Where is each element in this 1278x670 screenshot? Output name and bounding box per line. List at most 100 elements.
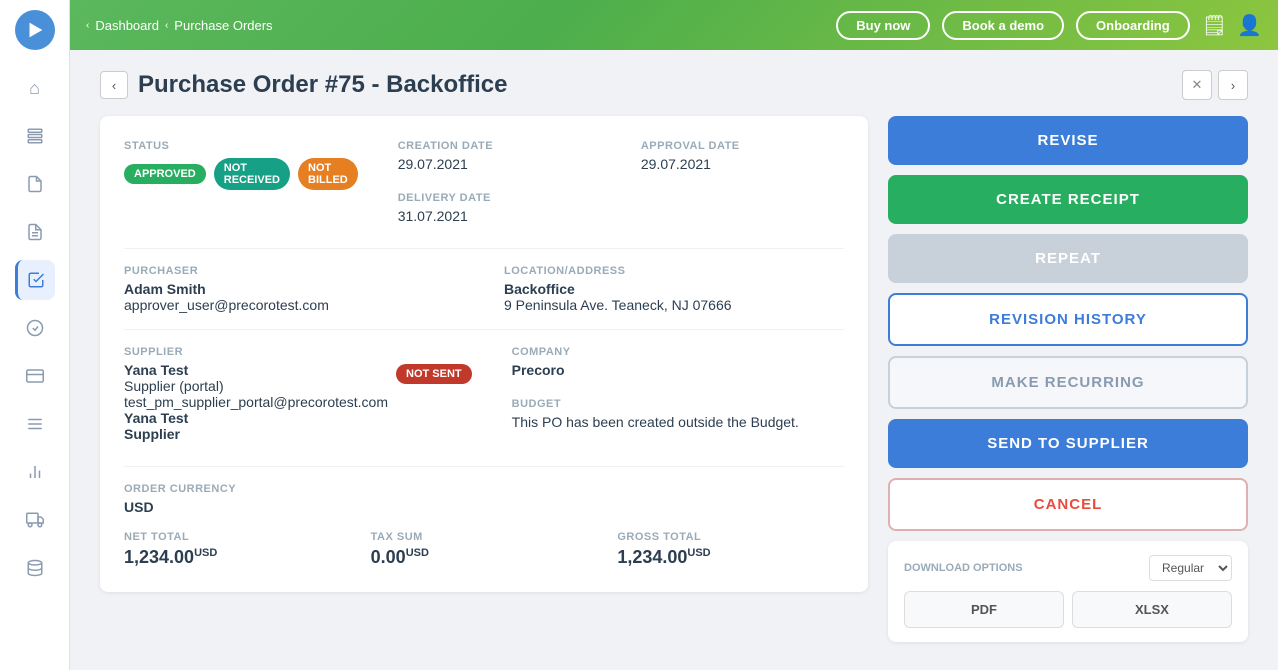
- delivery-date-section: DELIVERY DATE 31.07.2021: [398, 192, 601, 224]
- approval-date-value: 29.07.2021: [641, 156, 844, 172]
- location-address: 9 Peninsula Ave. Teaneck, NJ 07666: [504, 297, 844, 313]
- tax-sum-value: 0.00USD: [371, 547, 598, 568]
- revision-history-button[interactable]: REVISION HISTORY: [888, 293, 1248, 346]
- currency-section: ORDER CURRENCY USD: [124, 483, 844, 515]
- sidebar-item-wallet[interactable]: [15, 356, 55, 396]
- breadcrumb-separator: ‹: [165, 20, 168, 31]
- action-panel: REVISE CREATE RECEIPT REPEAT REVISION HI…: [888, 116, 1248, 642]
- sidebar-item-list[interactable]: [15, 116, 55, 156]
- not-billed-badge: NOT BILLED: [298, 158, 358, 190]
- location-name: Backoffice: [504, 281, 844, 297]
- purchaser-label: PURCHASER: [124, 265, 464, 277]
- next-button[interactable]: ›: [1218, 70, 1248, 100]
- page-title: Purchase Order #75 - Backoffice: [138, 71, 508, 99]
- sidebar-item-check[interactable]: [15, 308, 55, 348]
- net-total-col: NET TOTAL 1,234.00USD: [124, 531, 351, 568]
- currency-label: ORDER CURRENCY: [124, 483, 844, 495]
- download-options-card: DOWNLOAD OPTIONS Regular Detailed PDF XL…: [888, 541, 1248, 642]
- page-title-area: ‹ Purchase Order #75 - Backoffice: [100, 71, 508, 99]
- supplier-type: Supplier (portal): [124, 378, 388, 394]
- status-dates-section: STATUS APPROVED NOTRECEIVED NOT BILLED C…: [124, 140, 844, 244]
- sidebar-item-file[interactable]: [15, 212, 55, 252]
- purchaser-email: approver_user@precorotest.com: [124, 297, 464, 313]
- gross-total-label: GROSS TOTAL: [617, 531, 844, 543]
- sidebar-item-home[interactable]: ⌂: [15, 68, 55, 108]
- book-demo-button[interactable]: Book a demo: [942, 11, 1064, 40]
- dates-col: CREATION DATE 29.07.2021 DELIVERY DATE 3…: [398, 140, 601, 244]
- totals-section: NET TOTAL 1,234.00USD TAX SUM 0.00USD GR…: [124, 531, 844, 568]
- tax-sum-label: TAX SUM: [371, 531, 598, 543]
- net-total-value: 1,234.00USD: [124, 547, 351, 568]
- xlsx-download-button[interactable]: XLSX: [1072, 591, 1232, 628]
- pdf-download-button[interactable]: PDF: [904, 591, 1064, 628]
- breadcrumb-purchase-orders[interactable]: Purchase Orders: [174, 18, 272, 33]
- page-nav-buttons: ✕ ›: [1182, 70, 1248, 100]
- user-avatar-icon[interactable]: 👤: [1237, 13, 1262, 38]
- creation-date-label: CREATION DATE: [398, 140, 601, 152]
- purchaser-name: Adam Smith: [124, 281, 464, 297]
- not-sent-badge: NOT SENT: [396, 364, 472, 384]
- send-to-supplier-button[interactable]: SEND TO SUPPLIER: [888, 419, 1248, 468]
- sidebar-item-menu[interactable]: [15, 404, 55, 444]
- top-navigation: ‹ Dashboard ‹ Purchase Orders Buy now Bo…: [70, 0, 1278, 50]
- breadcrumb: ‹ Dashboard ‹ Purchase Orders: [86, 18, 273, 33]
- sidebar-item-database[interactable]: [15, 548, 55, 588]
- download-options-label: DOWNLOAD OPTIONS: [904, 562, 1023, 574]
- sidebar-item-document[interactable]: [15, 164, 55, 204]
- gross-total-col: GROSS TOTAL 1,234.00USD: [617, 531, 844, 568]
- location-col: LOCATION/ADDRESS Backoffice 9 Peninsula …: [504, 265, 844, 313]
- currency-value: USD: [124, 499, 844, 515]
- main-area: ‹ Dashboard ‹ Purchase Orders Buy now Bo…: [70, 0, 1278, 670]
- supplier-company-section: SUPPLIER Yana Test Supplier (portal) tes…: [124, 346, 844, 450]
- company-label: COMPANY: [512, 346, 844, 358]
- budget-label: BUDGET: [512, 398, 844, 410]
- tax-sum-col: TAX SUM 0.00USD: [371, 531, 598, 568]
- sidebar-item-chart[interactable]: [15, 452, 55, 492]
- topnav-user-icons: 🗒 👤: [1202, 13, 1262, 38]
- creation-date-value: 29.07.2021: [398, 156, 601, 172]
- onboarding-button[interactable]: Onboarding: [1076, 11, 1190, 40]
- supplier-label: SUPPLIER: [124, 346, 472, 358]
- creation-date-section: CREATION DATE 29.07.2021: [398, 140, 601, 172]
- gross-total-value: 1,234.00USD: [617, 547, 844, 568]
- status-badges: APPROVED NOTRECEIVED NOT BILLED: [124, 158, 358, 190]
- company-section: COMPANY Precoro: [512, 346, 844, 378]
- repeat-button[interactable]: REPEAT: [888, 234, 1248, 283]
- supplier-email: test_pm_supplier_portal@precorotest.com: [124, 394, 388, 410]
- buy-now-button[interactable]: Buy now: [836, 11, 930, 40]
- content-row: STATUS APPROVED NOTRECEIVED NOT BILLED C…: [100, 116, 1248, 642]
- supplier-name: Yana Test: [124, 362, 388, 378]
- purchaser-location-section: PURCHASER Adam Smith approver_user@preco…: [124, 265, 844, 313]
- supplier-col: SUPPLIER Yana Test Supplier (portal) tes…: [124, 346, 472, 450]
- budget-text: This PO has been created outside the Bud…: [512, 414, 844, 430]
- approval-date-label: APPROVAL DATE: [641, 140, 844, 152]
- revise-button[interactable]: REVISE: [888, 116, 1248, 165]
- cancel-button[interactable]: CANCEL: [888, 478, 1248, 531]
- download-header: DOWNLOAD OPTIONS Regular Detailed: [904, 555, 1232, 581]
- approval-date-section: APPROVAL DATE 29.07.2021: [641, 140, 844, 172]
- sidebar-item-truck[interactable]: [15, 500, 55, 540]
- delivery-date-value: 31.07.2021: [398, 208, 601, 224]
- sidebar-item-orders[interactable]: [15, 260, 55, 300]
- page-content: ‹ Purchase Order #75 - Backoffice ✕ › ST…: [70, 50, 1278, 670]
- breadcrumb-dashboard[interactable]: Dashboard: [95, 18, 159, 33]
- approval-col: APPROVAL DATE 29.07.2021: [641, 140, 844, 244]
- budget-section: BUDGET This PO has been created outside …: [512, 398, 844, 430]
- notifications-icon[interactable]: 🗒: [1202, 13, 1227, 38]
- supplier-contact2: Supplier: [124, 426, 388, 442]
- make-recurring-button[interactable]: MAKE RECURRING: [888, 356, 1248, 409]
- status-col: STATUS APPROVED NOTRECEIVED NOT BILLED: [124, 140, 358, 244]
- net-total-label: NET TOTAL: [124, 531, 351, 543]
- status-label: STATUS: [124, 140, 358, 152]
- create-receipt-button[interactable]: CREATE RECEIPT: [888, 175, 1248, 224]
- back-button[interactable]: ‹: [100, 71, 128, 99]
- close-button[interactable]: ✕: [1182, 70, 1212, 100]
- order-info-card: STATUS APPROVED NOTRECEIVED NOT BILLED C…: [100, 116, 868, 592]
- supplier-contact: Yana Test: [124, 410, 388, 426]
- delivery-date-label: DELIVERY DATE: [398, 192, 601, 204]
- sidebar: ⌂: [0, 0, 70, 670]
- app-logo[interactable]: [15, 10, 55, 50]
- company-budget-col: COMPANY Precoro BUDGET This PO has been …: [512, 346, 844, 450]
- company-name: Precoro: [512, 362, 844, 378]
- download-format-select[interactable]: Regular Detailed: [1149, 555, 1232, 581]
